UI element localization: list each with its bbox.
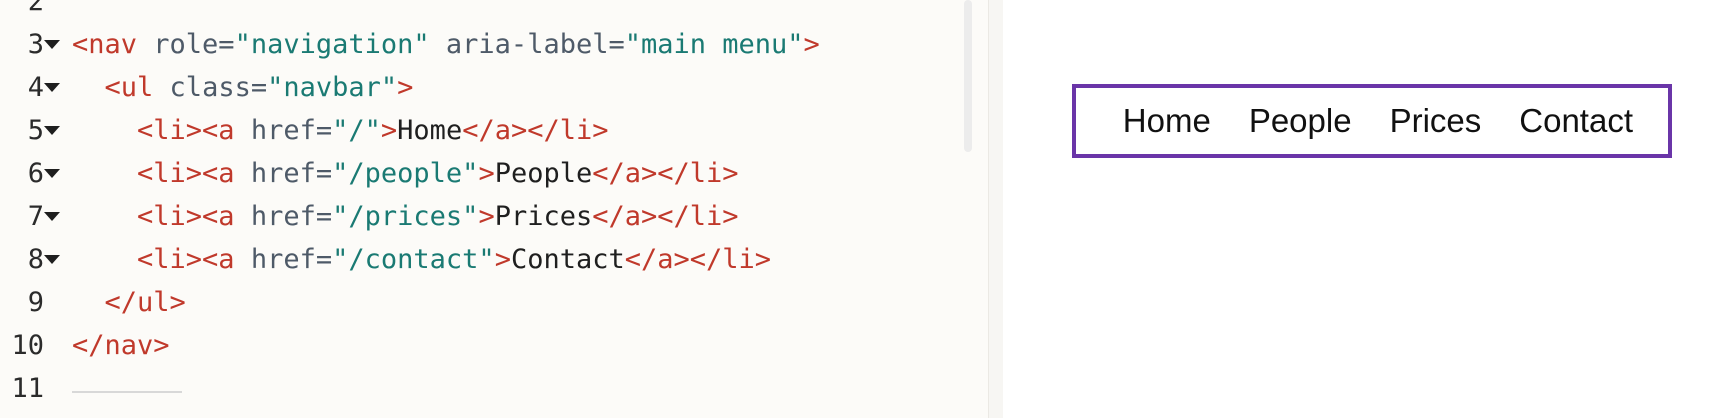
nav-link-home[interactable]: Home bbox=[1123, 102, 1211, 140]
fold-arrow-icon[interactable] bbox=[44, 212, 60, 221]
code-text: <li><a href="/">Home</a></li> bbox=[72, 107, 609, 154]
code-token: </a></li> bbox=[592, 158, 739, 189]
code-line[interactable]: 11 bbox=[0, 365, 988, 412]
code-token: role= bbox=[137, 29, 235, 60]
line-number: 10 bbox=[11, 330, 44, 361]
code-line[interactable]: 5 <li><a href="/">Home</a></li> bbox=[0, 107, 988, 154]
code-token: > bbox=[380, 115, 398, 146]
code-line[interactable]: 10 </nav> bbox=[0, 322, 988, 369]
code-token: Prices bbox=[494, 201, 593, 232]
code-line[interactable]: 6 <li><a href="/people">People</a></li> bbox=[0, 150, 988, 197]
code-token: <li><a bbox=[137, 201, 235, 232]
code-token: </a></li> bbox=[624, 244, 772, 275]
line-number: 8 bbox=[27, 244, 44, 275]
code-token: href= bbox=[234, 244, 333, 275]
code-token: "/prices" bbox=[332, 201, 479, 232]
fold-arrow-icon[interactable] bbox=[44, 40, 60, 49]
code-token: > bbox=[494, 244, 511, 275]
code-token: </nav> bbox=[72, 330, 170, 361]
nav-link-prices[interactable]: Prices bbox=[1390, 102, 1482, 140]
preview-pane bbox=[1003, 0, 1716, 418]
fold-arrow-icon[interactable] bbox=[44, 169, 60, 178]
code-token: </a></li> bbox=[592, 201, 739, 232]
fold-arrow-icon[interactable] bbox=[44, 126, 60, 135]
fold-arrow-icon[interactable] bbox=[44, 83, 60, 92]
fold-arrow-icon[interactable] bbox=[44, 255, 60, 264]
nav-link-contact[interactable]: Contact bbox=[1519, 102, 1633, 140]
code-token: > bbox=[478, 158, 495, 189]
code-token: </ul> bbox=[104, 287, 186, 318]
code-text: <li><a href="/contact">Contact</a></li> bbox=[72, 236, 771, 283]
code-token: "navbar" bbox=[267, 72, 398, 103]
code-token: "/" bbox=[332, 115, 381, 146]
code-token: href= bbox=[234, 201, 333, 232]
code-line[interactable]: 9 </ul> bbox=[0, 279, 988, 326]
code-text: </nav> bbox=[72, 322, 170, 369]
code-token: "/people" bbox=[332, 158, 479, 189]
line-number: 6 bbox=[27, 158, 44, 189]
active-line-underline bbox=[72, 391, 182, 393]
code-token: </a></li> bbox=[462, 115, 609, 146]
line-number: 7 bbox=[27, 201, 44, 232]
code-token: "main menu" bbox=[624, 29, 804, 60]
editor-scrollbar[interactable] bbox=[964, 0, 972, 152]
pane-edge bbox=[989, 0, 1003, 418]
code-text: </ul> bbox=[72, 279, 186, 326]
code-editor[interactable]: 2 3 <nav role="navigation" aria-label="mai… bbox=[0, 0, 988, 418]
code-line[interactable]: 3 <nav role="navigation" aria-label="main… bbox=[0, 21, 988, 68]
line-number: 5 bbox=[27, 115, 44, 146]
code-token: aria-label= bbox=[429, 29, 625, 60]
code-token: > bbox=[397, 72, 414, 103]
code-line[interactable]: 4 <ul class="navbar"> bbox=[0, 64, 988, 111]
code-text: <li><a href="/prices">Prices</a></li> bbox=[72, 193, 739, 240]
code-token: Home bbox=[397, 115, 463, 146]
code-token: <li><a bbox=[137, 158, 235, 189]
nav-link-people[interactable]: People bbox=[1249, 102, 1352, 140]
line-number: 11 bbox=[11, 373, 44, 404]
code-text: <ul class="navbar"> bbox=[72, 64, 414, 111]
line-number: 9 bbox=[27, 287, 44, 318]
code-text: <li><a href="/people">People</a></li> bbox=[72, 150, 739, 197]
code-token: <li><a bbox=[137, 244, 235, 275]
line-number: 3 bbox=[27, 29, 44, 60]
code-token: <ul bbox=[104, 72, 154, 103]
code-token: <li><a bbox=[137, 115, 235, 146]
code-token: "/contact" bbox=[332, 244, 495, 275]
code-token: href= bbox=[234, 158, 333, 189]
navbar-list: Home People Prices Contact bbox=[1076, 88, 1668, 154]
code-text: <nav role="navigation" aria-label="main … bbox=[72, 21, 820, 68]
code-token: "navigation" bbox=[234, 29, 430, 60]
code-token: href= bbox=[234, 115, 333, 146]
code-token: > bbox=[803, 29, 820, 60]
code-token: <nav bbox=[72, 29, 138, 60]
code-line[interactable]: 7 <li><a href="/prices">Prices</a></li> bbox=[0, 193, 988, 240]
code-token: People bbox=[494, 158, 593, 189]
code-token: class= bbox=[153, 72, 268, 103]
code-token: > bbox=[478, 201, 495, 232]
preview-navbar: Home People Prices Contact bbox=[1072, 84, 1672, 158]
code-line[interactable]: 8 <li><a href="/contact">Contact</a></li… bbox=[0, 236, 988, 283]
line-number: 4 bbox=[27, 72, 44, 103]
code-token: Contact bbox=[510, 244, 625, 275]
